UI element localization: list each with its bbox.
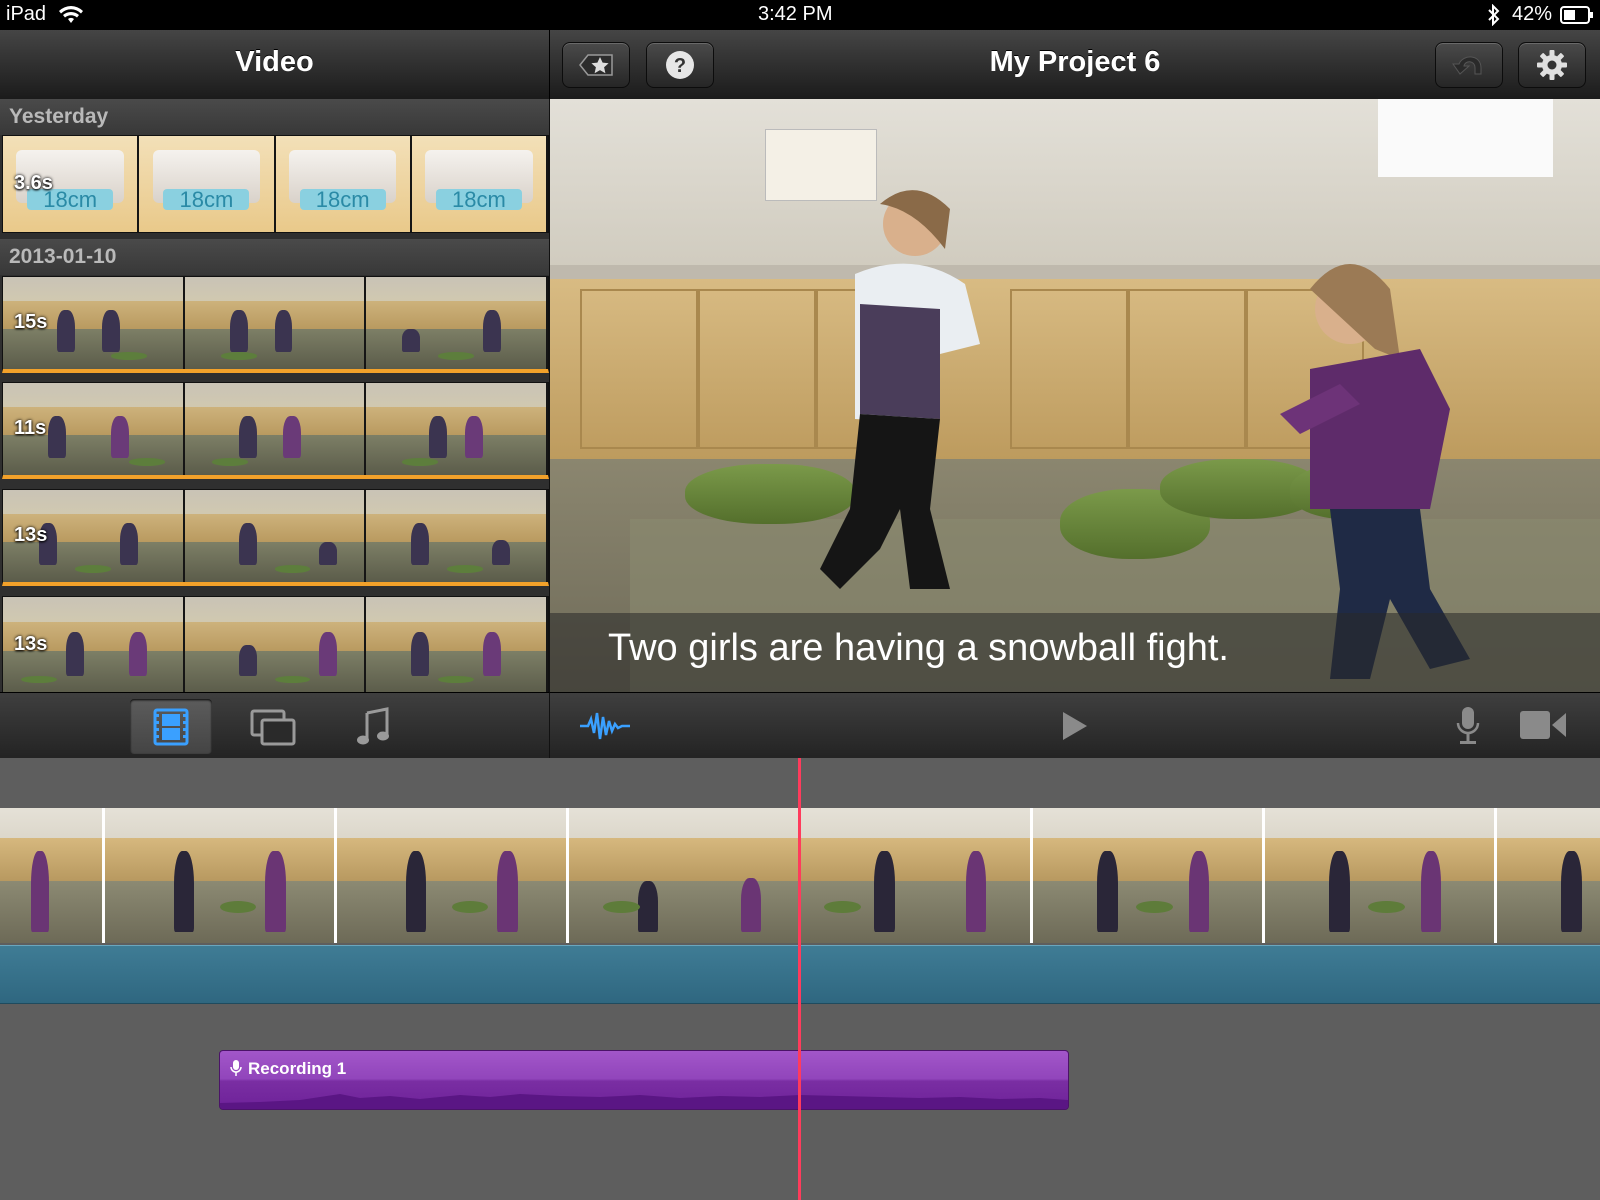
status-bar: iPad 3:42 PM 42% [0,0,1600,30]
play-button[interactable] [1060,710,1090,742]
playhead[interactable] [798,758,801,1200]
video-viewer[interactable]: Two girls are having a snowball fight. [550,99,1600,692]
clip-item[interactable]: 11s [2,382,549,479]
undo-icon [1452,56,1482,75]
clip-duration: 15s [14,311,48,333]
gear-icon [1537,50,1567,80]
music-note-icon [357,706,389,744]
film-icon [153,708,189,745]
clock: 3:42 PM [758,3,833,25]
clip-duration: 13s [14,524,48,546]
browser-toolbar [0,692,550,759]
clip-item[interactable]: 13s [2,596,549,692]
girl-left-figure [820,190,980,589]
media-browser: Yesterday 18cm 18cm 18cm 18cm 3.6s 2013-… [0,99,550,692]
device-label: iPad [6,3,47,25]
photos-icon [250,709,296,745]
microphone-button[interactable] [1455,705,1481,747]
clip-item[interactable]: 18cm 18cm 18cm 18cm 3.6s [2,135,549,233]
battery-percent: 42% [1512,3,1553,25]
caption-bar: Two girls are having a snowball fight. [550,613,1600,692]
wall-note [1378,99,1553,177]
bin-label: 18cm [163,188,250,210]
section-header: 2013-01-10 [0,239,549,275]
camera-button[interactable] [1518,709,1568,741]
audio-waveform-button[interactable] [580,709,630,743]
video-caption[interactable]: Two girls are having a snowball fight. [608,627,1229,670]
recording-waveform [220,1094,1068,1109]
clip-duration: 13s [14,633,48,655]
video-tab[interactable] [130,699,212,754]
clip-duration: 3.6s [14,172,53,194]
section-label: Yesterday [9,105,109,128]
recording-label: Recording 1 [248,1059,347,1078]
project-header: ? My Project 6 [550,30,1600,100]
clip-duration: 11s [14,417,47,439]
settings-button[interactable] [1518,42,1586,88]
browser-header: Video [0,30,550,100]
microphone-icon [230,1060,242,1076]
viewer-toolbar [550,692,1600,759]
bluetooth-icon [1488,4,1500,26]
section-header: Yesterday [0,99,549,135]
recording-clip[interactable]: Recording 1 [219,1050,1069,1110]
bin-label: 18cm [299,188,386,210]
clip-item[interactable]: 15s [2,276,549,373]
undo-button[interactable] [1435,42,1503,88]
browser-title: Video [235,46,314,78]
wifi-icon [59,6,83,23]
photos-tab[interactable] [232,699,314,754]
clip-item[interactable]: 13s [2,489,549,586]
audio-tab[interactable] [332,699,414,754]
bin-label: 18cm [435,188,522,210]
section-label: 2013-01-10 [9,245,117,268]
battery-icon [1560,6,1593,24]
